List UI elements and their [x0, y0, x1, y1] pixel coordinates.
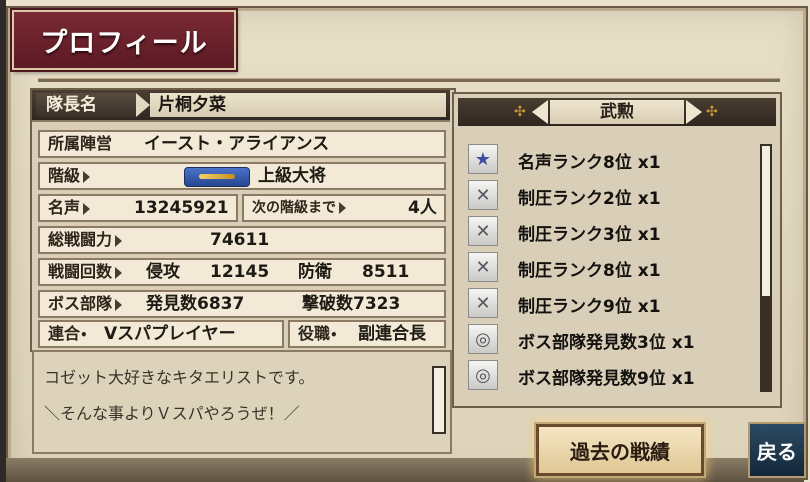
battles-row: 戦闘回数 侵攻 12145 防衛 8511 — [38, 258, 446, 286]
rank-label: 階級 — [48, 166, 81, 185]
list-item: ★ 名声ランク8位 x1 — [464, 142, 754, 178]
list-item: ✕ 制圧ランク8位 x1 — [464, 250, 754, 286]
list-item: ✕ 制圧ランク9位 x1 — [464, 286, 754, 322]
next-rank-value: 4人 — [408, 198, 437, 218]
defend-label: 防衛 — [298, 262, 332, 282]
crossed-swords-icon: ✕ — [468, 288, 498, 318]
boss-label: ボス部隊 — [48, 294, 113, 313]
role-label: 役職 — [298, 324, 331, 343]
leader-name-bar: 隊長名 片桐夕菜 — [32, 90, 450, 122]
binoculars-icon: ◎ — [468, 360, 498, 390]
role-row: 役職• 副連合長 — [288, 320, 446, 348]
leader-label: 隊長名 — [36, 93, 136, 117]
invade-value: 12145 — [210, 262, 270, 282]
star-medal-icon: ★ — [468, 144, 498, 174]
profile-panel: 隊長名 片桐夕菜 所属陣営 イースト・アライアンス 階級 上級大将 名声 132… — [30, 88, 456, 352]
arrow-icon — [115, 234, 123, 247]
power-value: 74611 — [210, 230, 270, 250]
ornament-icon: ✣ — [706, 104, 718, 120]
arrow-icon — [83, 170, 91, 183]
list-item: ◎ ボス部隊発見数9位 x1 — [464, 358, 754, 394]
medals-scrollbar[interactable] — [760, 144, 772, 392]
faction-value: イースト・アライアンス — [144, 134, 330, 154]
next-rank-label: 次の階級まで — [252, 200, 336, 216]
faction-row: 所属陣営 イースト・アライアンス — [38, 130, 446, 158]
power-row: 総戦闘力 74611 — [38, 226, 446, 254]
chevron-left-icon — [532, 100, 548, 124]
comment-box[interactable]: コゼット大好きなキタエリストです。 ＼そんな事よりＶスパやろうぜ！／ — [32, 350, 452, 454]
ornament-icon: ✣ — [514, 104, 526, 120]
arrow-icon — [115, 266, 123, 279]
arrow-icon — [83, 202, 91, 215]
next-rank-row: 次の階級まで 4人 — [242, 194, 446, 222]
list-item: ✕ 制圧ランク2位 x1 — [464, 178, 754, 214]
title-plate: プロフィール — [12, 10, 236, 70]
arrow-icon — [339, 202, 346, 214]
boss-found: 発見数6837 — [146, 294, 245, 314]
chevron-right-icon — [686, 100, 702, 124]
rank-value: 上級大将 — [258, 166, 326, 186]
medals-title: 武勲 — [600, 102, 634, 122]
comment-line: ＼そんな事よりＶスパやろうぜ！／ — [44, 404, 300, 423]
chevron-right-icon — [136, 93, 150, 117]
union-value: Vスパプレイヤー — [104, 324, 236, 344]
past-records-button[interactable]: 過去の戦績 — [536, 424, 704, 476]
power-label: 総戦闘力 — [48, 230, 113, 249]
crossed-swords-icon: ✕ — [468, 180, 498, 210]
crossed-swords-icon: ✕ — [468, 252, 498, 282]
list-item: ✕ 制圧ランク3位 x1 — [464, 214, 754, 250]
arrow-icon — [115, 298, 123, 311]
page-title: プロフィール — [40, 27, 208, 59]
rank-row: 階級 上級大将 — [38, 162, 446, 190]
fame-row: 名声 13245921 — [38, 194, 238, 222]
boss-killed: 撃破数7323 — [302, 294, 401, 314]
back-button[interactable]: 戻る — [748, 422, 806, 478]
invade-label: 侵攻 — [146, 262, 180, 282]
leader-name: 片桐夕菜 — [158, 95, 226, 115]
comment-line: コゼット大好きなキタエリストです。 — [44, 368, 315, 387]
union-label: 連合 — [48, 324, 81, 343]
binoculars-icon: ◎ — [468, 324, 498, 354]
rank-insignia-icon — [184, 167, 250, 187]
medals-panel: ✣ 武勲 ✣ ★ 名声ランク8位 x1 ✕ 制圧ランク2位 x1 ✕ 制圧ランク… — [452, 92, 782, 408]
crossed-swords-icon: ✕ — [468, 216, 498, 246]
union-row: 連合• Vスパプレイヤー — [38, 320, 284, 348]
medals-header: ✣ 武勲 ✣ — [458, 98, 776, 126]
list-item: ◎ ボス部隊発見数3位 x1 — [464, 322, 754, 358]
battles-label: 戦闘回数 — [48, 262, 113, 281]
role-value: 副連合長 — [358, 324, 426, 344]
boss-row: ボス部隊 発見数6837 撃破数7323 — [38, 290, 446, 318]
fame-label: 名声 — [48, 198, 81, 217]
faction-label: 所属陣営 — [48, 134, 113, 153]
scrollbar-thumb[interactable] — [762, 296, 770, 390]
defend-value: 8511 — [362, 262, 410, 282]
fame-value: 13245921 — [134, 198, 229, 218]
divider — [38, 78, 780, 82]
comment-scrollbar[interactable] — [432, 366, 446, 434]
